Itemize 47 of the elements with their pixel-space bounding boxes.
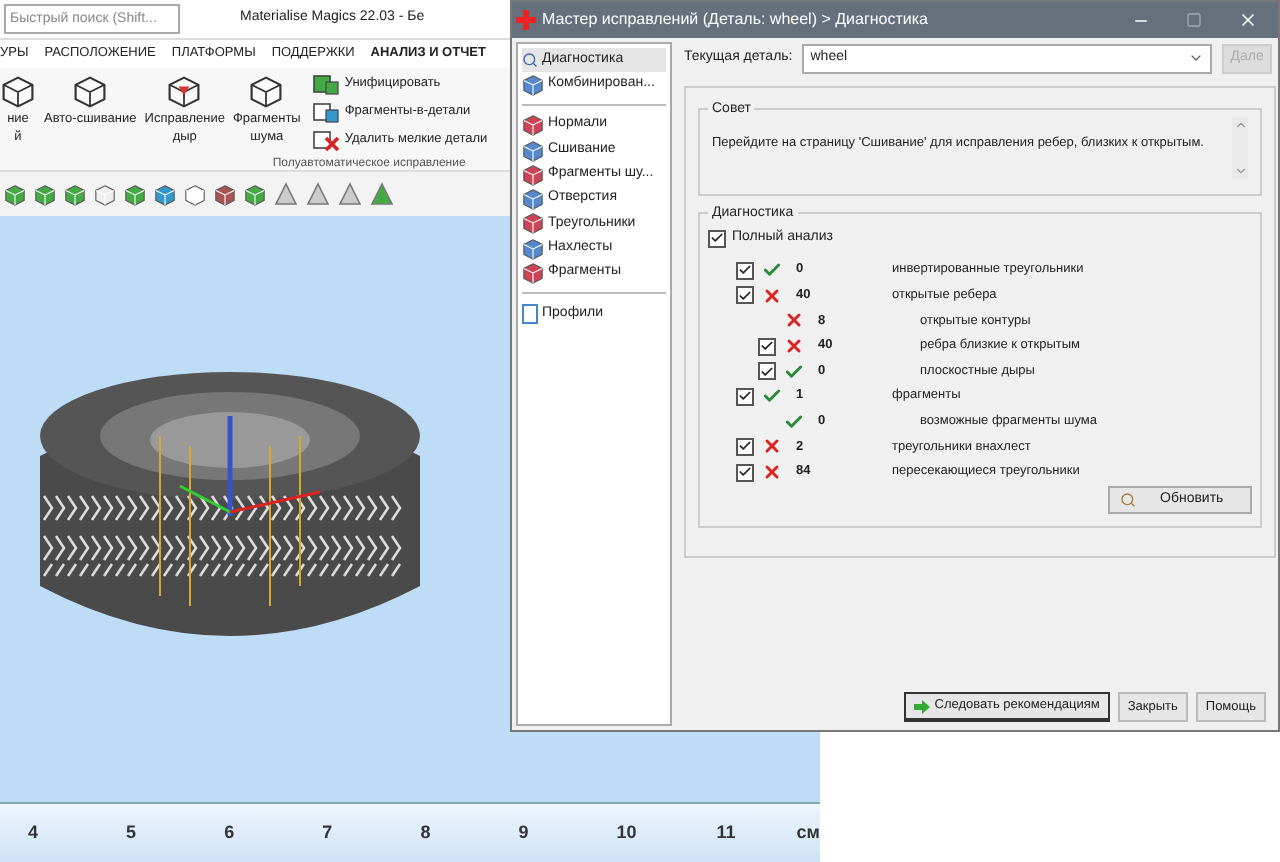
check-mark-icon	[784, 411, 804, 432]
cross-icon	[762, 436, 782, 457]
tool-cube-icon	[154, 183, 176, 205]
dialog-title: Мастер исправлений (Деталь: wheel) > Диагностика	[542, 8, 928, 32]
search-icon	[1120, 492, 1136, 508]
checkbox[interactable]	[736, 437, 754, 456]
arrow-icon	[914, 699, 931, 713]
tool-cube-icon	[184, 183, 206, 205]
ruler-label: 9	[518, 819, 531, 846]
check-mark-icon	[784, 361, 804, 382]
ruler-label: 4	[28, 819, 41, 846]
tool-cube-icon	[34, 183, 56, 205]
ruler-label: 5	[126, 819, 139, 846]
ruler-label: 10	[616, 819, 633, 846]
close-icon[interactable]	[1238, 10, 1258, 30]
triangle-tool-icon[interactable]	[370, 182, 394, 206]
ruler-label: 7	[322, 819, 335, 846]
checkbox[interactable]	[736, 387, 754, 406]
checkbox[interactable]	[736, 261, 754, 280]
cube-cross-icon	[312, 128, 341, 152]
search-icon	[522, 52, 538, 69]
cross-icon	[762, 285, 782, 306]
cross-icon	[784, 336, 804, 357]
tool-cube-icon	[94, 183, 116, 205]
ruler-label: 6	[224, 819, 237, 846]
tool-cube-icon	[124, 183, 146, 205]
cross-icon	[784, 310, 804, 331]
check-mark-icon	[762, 260, 782, 281]
triangle-tool-icon[interactable]	[338, 182, 362, 206]
checkbox[interactable]	[758, 362, 776, 381]
triangle-tool-icon[interactable]	[306, 182, 330, 206]
ruler-label: 11	[716, 819, 733, 846]
checkbox[interactable]	[736, 463, 754, 482]
checkbox[interactable]	[736, 286, 754, 305]
check-mark-icon	[762, 386, 782, 407]
triangle-tool-icon[interactable]	[274, 182, 298, 206]
cross-icon	[762, 462, 782, 483]
checkbox[interactable]	[758, 337, 776, 356]
tool-cube-icon	[244, 183, 266, 205]
tool-cube-icon	[214, 183, 236, 205]
ruler-unit: см	[796, 819, 820, 846]
tool-cube-icon	[64, 183, 86, 205]
cross-logo-icon	[516, 10, 536, 30]
chevron-down-icon	[1188, 50, 1205, 66]
ruler-label: 8	[420, 819, 433, 846]
page-icon	[522, 303, 538, 324]
checkbox[interactable]	[708, 229, 726, 247]
